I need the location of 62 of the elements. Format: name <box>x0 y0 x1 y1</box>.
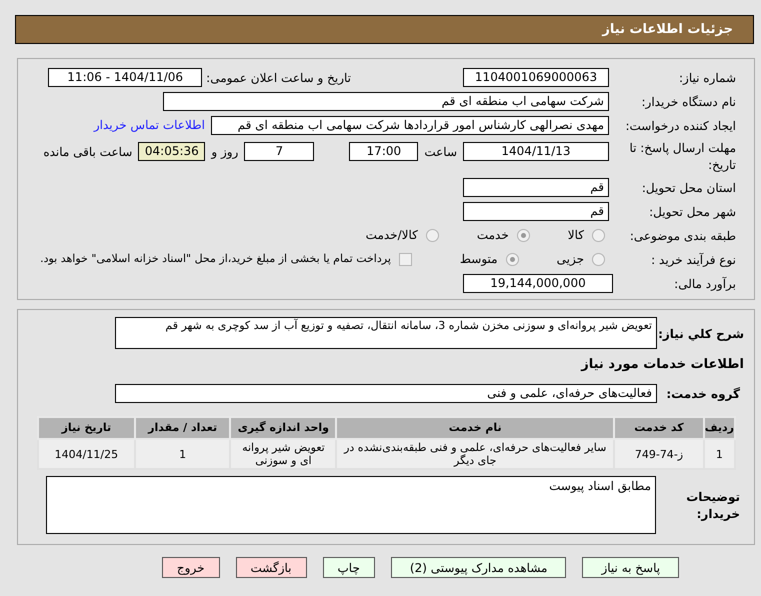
column-header: تعداد / مقدار <box>134 417 230 439</box>
column-header: ردیف <box>704 417 735 439</box>
radio-label: جزیی <box>556 251 584 268</box>
payment-note: پرداخت تمام یا بخشی از مبلغ خرید،از محل "اسناد خزانه اسلامی" خواهد بود. <box>40 250 391 267</box>
table-cell: سایر فعالیت‌های حرفه‌ای، علمی و فنی طبقه‌بندی‌نشده در جای دیگر <box>336 439 614 469</box>
table-cell: 1404/11/25 <box>38 439 135 469</box>
radio-label: کالا <box>568 227 584 244</box>
field-label: مهلت ارسال پاسخ: تا تاریخ: <box>629 141 736 172</box>
field-label: نوع فرآیند خرید : <box>651 253 736 267</box>
radio-button[interactable] <box>592 228 605 242</box>
radio-label: خدمت <box>476 227 509 244</box>
column-header: نام خدمت <box>336 417 614 439</box>
action-button[interactable]: پاسخ به نیاز <box>582 557 680 578</box>
text-field[interactable]: مهدی نصرالهی کارشناس امور قراردادها شرکت سهامی اب منطقه ای قم <box>211 116 609 134</box>
field-label: روز و <box>211 145 238 159</box>
field-label: طبقه بندی موضوعی: <box>630 229 736 243</box>
section-heading: اطلاعات خدمات مورد نیاز <box>581 356 744 374</box>
text-field[interactable]: شرکت سهامی اب منطقه ای قم <box>163 92 609 110</box>
text-field[interactable]: 1104001069000063 <box>463 68 609 86</box>
radio-label: متوسط <box>460 251 498 268</box>
field-label: ساعت <box>424 145 457 159</box>
radio-button[interactable] <box>506 252 519 266</box>
column-header: واحد اندازه گیری <box>230 417 336 439</box>
field-label: تاریخ و ساعت اعلان عمومی: <box>206 71 351 85</box>
field-label: ایجاد کننده درخواست: <box>625 119 736 133</box>
text-field[interactable]: 17:00 <box>349 142 418 160</box>
text-field[interactable]: 19,144,000,000 <box>463 274 613 292</box>
field-label: ساعت باقی مانده <box>43 145 132 159</box>
text-field[interactable]: 1404/11/13 <box>463 142 609 160</box>
table-cell: 1 <box>704 439 735 469</box>
text-field[interactable]: قم <box>463 178 609 196</box>
radio-button[interactable] <box>592 252 605 266</box>
text-field[interactable]: فعالیت‌های حرفه‌ای، علمی و فنی <box>115 384 657 402</box>
column-header: کد خدمت <box>614 417 704 439</box>
field-label: شهر محل تحویل: <box>649 205 736 219</box>
description-field[interactable]: تعویض شیر پروانه‌ای و سوزنی مخزن شماره 3، سامانه انتقال، تصفیه و توزیع آب از سد کوچری به شهر قم <box>115 317 657 349</box>
field-label: شرح کلي نیاز: <box>658 327 744 341</box>
field-label: استان محل تحویل: <box>642 181 736 195</box>
field-label: گروه خدمت: <box>666 387 740 401</box>
radio-label: کالا/خدمت <box>366 227 418 244</box>
text-field[interactable]: 7 <box>244 142 314 160</box>
radio-button[interactable] <box>426 228 439 242</box>
action-button[interactable]: خروج <box>162 557 220 578</box>
notes-field[interactable]: مطابق اسناد پیوست <box>46 476 656 534</box>
field-label: نام دستگاه خریدار: <box>642 95 736 109</box>
column-header: تاریخ نیاز <box>38 417 135 439</box>
action-button[interactable]: چاپ <box>322 557 375 578</box>
checkbox[interactable] <box>398 252 412 266</box>
text-field[interactable]: 04:05:36 <box>138 142 206 160</box>
field-label: توضیحات خریدار: <box>686 490 740 521</box>
table-cell: ز-74-749 <box>614 439 704 469</box>
action-button[interactable]: مشاهده مدارک پیوستی (2) <box>390 557 566 578</box>
action-button[interactable]: بازگشت <box>236 557 306 578</box>
buyer-contact-link[interactable]: اطلاعات تماس خریدار <box>94 116 205 134</box>
radio-button[interactable] <box>516 228 530 242</box>
text-field[interactable]: 1404/11/06 - 11:06 <box>48 68 202 86</box>
page-title: جزئیات اطلاعات نیاز <box>602 20 733 39</box>
field-label: شماره نیاز: <box>679 71 736 85</box>
table-cell: تعویض شیر پروانه ای و سوزنی <box>230 439 336 469</box>
field-label: برآورد مالی: <box>674 277 736 291</box>
text-field[interactable]: قم <box>463 202 609 220</box>
table-cell: 1 <box>134 439 230 469</box>
